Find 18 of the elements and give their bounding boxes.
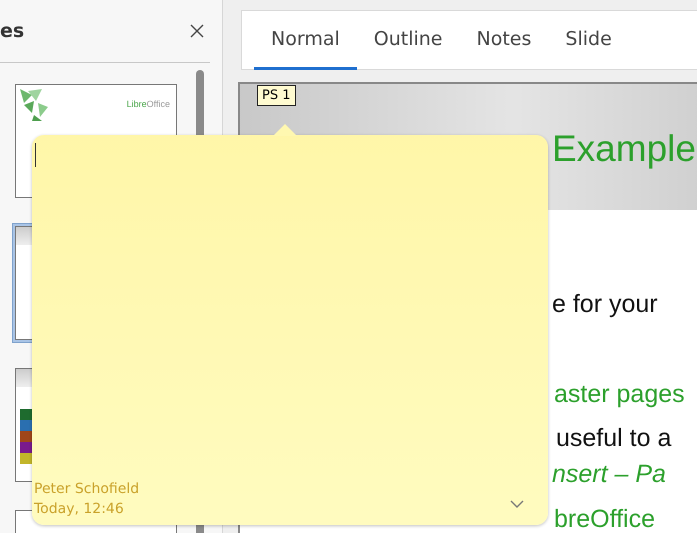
slide-title: Example — [552, 128, 696, 170]
panel-title: es — [0, 20, 24, 42]
view-tab[interactable]: Outline — [356, 11, 460, 70]
comment-date: Today, 12:46 — [34, 500, 125, 519]
view-tab[interactable]: Notes — [460, 11, 548, 70]
slide-text: nsert – Pa — [552, 459, 666, 489]
logo-text: LibreOffice — [126, 99, 170, 109]
view-tab[interactable]: Normal — [254, 11, 357, 70]
comment-author: Peter Schofield — [34, 480, 140, 499]
close-icon[interactable] — [190, 24, 204, 38]
slide-text: e for your — [552, 289, 658, 319]
slide-text: aster pages — [554, 379, 685, 409]
callout-pointer-icon — [273, 124, 297, 136]
chevron-icon[interactable] — [510, 500, 524, 508]
slide-text: useful to a — [556, 423, 672, 453]
slide-text: breOffice — [554, 504, 655, 533]
view-tab[interactable]: Slide — [548, 11, 629, 70]
comment-anchor[interactable]: PS 1 — [257, 85, 296, 106]
